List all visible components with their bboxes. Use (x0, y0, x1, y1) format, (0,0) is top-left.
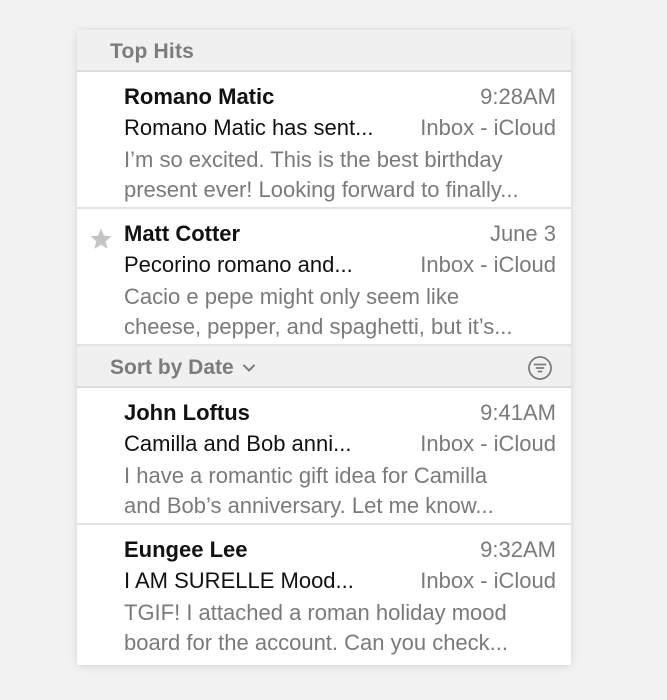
message-preview-line: I have a romantic gift idea for Camilla (124, 463, 488, 488)
filter-icon[interactable] (527, 355, 553, 381)
message-preview: Cacio e pepe might only seem like cheese… (124, 282, 564, 342)
message-time: 9:41AM (480, 400, 556, 425)
message-preview-line: and Bob’s anniversary. Let me know... (124, 493, 494, 518)
message-sender: Eungee Lee (124, 537, 248, 562)
sort-header: Sort by Date (77, 346, 571, 388)
message-preview-line: TGIF! I attached a roman holiday mood (124, 600, 507, 625)
message-time: 9:32AM (480, 537, 556, 562)
message-row[interactable]: Romano Matic 9:28AM Romano Matic has sen… (77, 72, 571, 209)
message-mailbox: Inbox - iCloud (420, 568, 556, 593)
message-row[interactable]: John Loftus 9:41AM Camilla and Bob anni.… (77, 388, 571, 525)
message-subject: Camilla and Bob anni... (124, 431, 352, 456)
message-preview: I’m so excited. This is the best birthda… (124, 145, 564, 205)
message-subject: Romano Matic has sent... (124, 115, 374, 140)
message-sender: Romano Matic (124, 84, 275, 109)
message-subject: Pecorino romano and... (124, 252, 353, 277)
message-mailbox: Inbox - iCloud (420, 252, 556, 277)
star-icon (90, 228, 112, 249)
message-subject: I AM SURELLE Mood... (124, 568, 354, 593)
message-preview-line: cheese, pepper, and spaghetti, but it’s.… (124, 314, 513, 339)
message-mailbox: Inbox - iCloud (420, 431, 556, 456)
chevron-down-icon (242, 364, 255, 372)
message-preview-line: Cacio e pepe might only seem like (124, 284, 460, 309)
message-time: June 3 (489, 221, 556, 246)
sort-by-date-button[interactable]: Sort by Date (110, 356, 256, 380)
message-row[interactable]: Eungee Lee 9:32AM I AM SURELLE Mood... I… (77, 525, 571, 662)
message-preview-line: board for the account. Can you check... (124, 630, 509, 655)
message-time: 9:28AM (480, 84, 556, 109)
top-hits-header: Top Hits (77, 30, 571, 72)
message-sender: John Loftus (124, 400, 250, 425)
message-preview: TGIF! I attached a roman holiday mood bo… (124, 598, 564, 658)
message-preview-line: I’m so excited. This is the best birthda… (124, 147, 503, 172)
message-row[interactable]: Matt Cotter June 3 Pecorino romano and..… (77, 209, 571, 346)
message-mailbox: Inbox - iCloud (420, 115, 556, 140)
sort-label: Sort by Date (110, 356, 234, 379)
message-sender: Matt Cotter (124, 221, 241, 246)
message-preview-line: present ever! Looking forward to finally… (124, 177, 519, 202)
search-results-panel: Top Hits Romano Matic 9:28AM Romano Mati… (77, 30, 571, 665)
message-preview: I have a romantic gift idea for Camilla … (124, 461, 564, 521)
top-hits-title: Top Hits (110, 40, 195, 63)
